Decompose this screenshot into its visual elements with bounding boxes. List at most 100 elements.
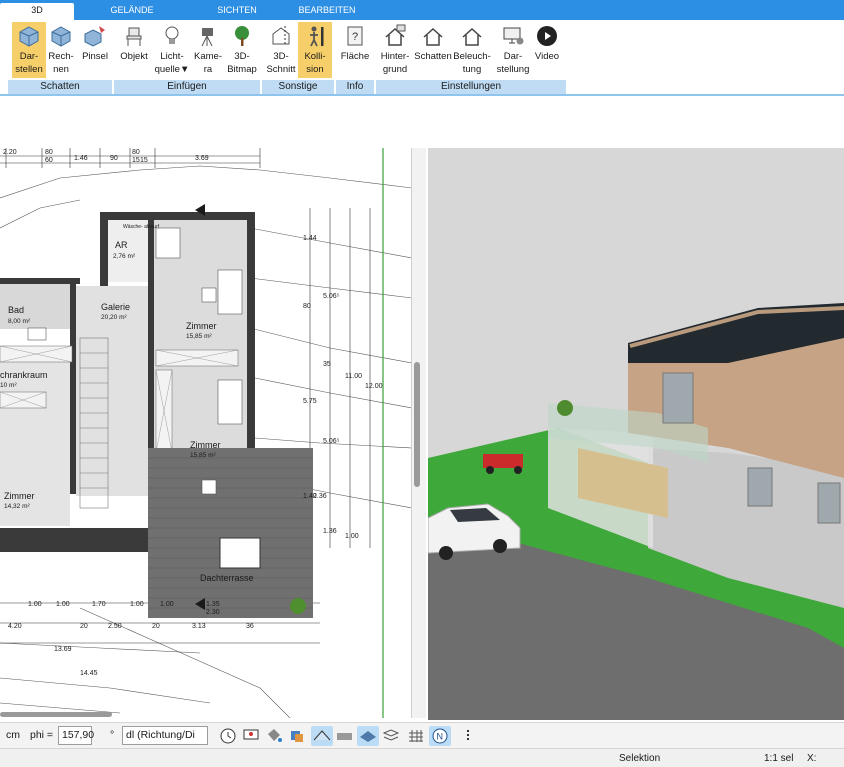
tab-sichten[interactable]: SICHTEN <box>200 3 274 20</box>
roof-icon[interactable] <box>311 726 333 746</box>
svg-text:?: ? <box>352 31 358 43</box>
dim-top-sub-0: 60 <box>45 157 53 164</box>
dim-right-2: 35 <box>323 361 331 368</box>
dim-top-1: 80 <box>45 149 53 156</box>
object-button-label: Objekt <box>120 51 148 62</box>
tab-3d[interactable]: 3D <box>0 3 74 20</box>
floor-plan-horizontal-scroll-thumb[interactable] <box>0 712 112 717</box>
brush-button[interactable]: Pinsel <box>79 22 111 78</box>
compute-button-label-2: nen <box>53 64 69 75</box>
presentation-icon[interactable] <box>240 726 262 746</box>
house-light-icon <box>462 27 482 46</box>
compute-button-label-1: Rech- <box>48 51 74 62</box>
dim-right-4: 11.00 <box>345 373 362 380</box>
room-zimmer-2-name: Zimmer <box>190 440 221 450</box>
clock-icon[interactable] <box>217 726 239 746</box>
collision-button[interactable]: Kolli- sion <box>298 22 332 78</box>
camera-label-2: ra <box>203 64 213 75</box>
status-scale: 1:1 sel <box>764 753 794 764</box>
dim-top-0: 2.20 <box>3 149 17 156</box>
plane-icon[interactable] <box>357 726 379 746</box>
collision-person-icon <box>310 26 324 47</box>
display-button-label-2: stellen <box>15 64 43 75</box>
group-einfuegen: Einfügen <box>114 80 260 94</box>
north-icon[interactable]: N <box>429 726 451 746</box>
status-x-coordinate: X: <box>807 753 817 764</box>
direction-select[interactable]: dl (Richtung/Di <box>122 726 208 745</box>
floor-plan-drawing[interactable]: AR 2,76 m² Bad 8,00 m² Galerie 20,20 m² … <box>0 148 412 718</box>
dim-bottom-11: 36 <box>246 623 254 630</box>
monitor-settings-icon <box>503 27 524 45</box>
bitmap-3d-label-2: Bitmap <box>227 64 257 75</box>
group-sonstige: Sonstige <box>262 80 334 94</box>
video-button[interactable]: Video <box>532 22 562 78</box>
3d-view[interactable] <box>428 148 844 720</box>
shadow-button[interactable]: Schatten <box>413 22 453 78</box>
layers-icon[interactable] <box>286 726 308 746</box>
dim-bottom-10: 3.13 <box>192 623 206 630</box>
section-3d-button[interactable]: 3D- Schnitt <box>264 22 298 78</box>
floor-plan-scroll-thumb[interactable] <box>414 362 420 487</box>
floor-plan-view[interactable]: AR 2,76 m² Bad 8,00 m² Galerie 20,20 m² … <box>0 148 412 718</box>
house-background-icon <box>385 24 406 46</box>
collision-label-1: Kolli- <box>304 51 326 62</box>
dim-right-11: 1.00 <box>345 533 359 540</box>
group-info: Info <box>336 80 374 94</box>
light-bulb-icon <box>165 26 179 44</box>
dim-bottom-7: 20 <box>80 623 88 630</box>
bitmap-3d-label-1: 3D- <box>234 51 250 62</box>
stack-icon[interactable] <box>380 726 402 746</box>
area-button[interactable]: ? Fläche <box>338 22 372 78</box>
background-label-1: Hinter- <box>380 51 410 62</box>
bitmap-3d-button[interactable]: 3D- Bitmap <box>225 22 259 78</box>
light-source-button[interactable]: Licht- quelle▼ <box>154 22 190 78</box>
paint-bucket-icon[interactable] <box>263 726 285 746</box>
appearance-label-1: Dar- <box>503 51 523 62</box>
cube-display-icon <box>19 26 39 47</box>
compute-button[interactable]: Rech- nen <box>46 22 76 78</box>
dim-bottom-4: 1.00 <box>160 601 174 608</box>
dim-bottom-5: 1.35 <box>206 601 220 608</box>
room-zimmer-3-area: 14,32 m² <box>4 503 30 510</box>
dim-right-5: 12.00 <box>365 383 383 390</box>
object-button[interactable]: Objekt <box>117 22 151 78</box>
collision-label-2: sion <box>306 64 324 75</box>
lighting-button[interactable]: Beleuch- tung <box>453 22 491 78</box>
dim-right-7: 5.06⁵ <box>323 438 340 445</box>
pin-icon[interactable] <box>457 726 479 746</box>
section-3d-label-1: 3D- <box>273 51 289 62</box>
dim-top-5: 3.69 <box>195 155 209 162</box>
phi-label: phi = <box>30 729 54 741</box>
tab-gelaende[interactable]: GELÄNDE <box>92 3 172 20</box>
room-galerie-area: 20,20 m² <box>101 314 127 321</box>
room-zimmer-3-name: Zimmer <box>4 491 35 501</box>
light-source-label-2: quelle▼ <box>154 64 190 75</box>
room-ankleide-area: 10 m² <box>0 382 17 389</box>
dim-right-10: 1.36 <box>323 528 337 535</box>
brick-icon[interactable] <box>334 726 356 746</box>
group-schatten: Schatten <box>8 80 112 94</box>
dim-top-3: 90 <box>110 155 118 162</box>
room-zimmer-1-area: 15,85 m² <box>186 333 212 340</box>
dim-right-1: 80 <box>303 303 311 310</box>
wash-chute-label: Wäsche- abwurf <box>123 224 160 230</box>
background-button[interactable]: Hinter- grund <box>376 22 414 78</box>
appearance-button[interactable]: Dar- stellung <box>494 22 532 78</box>
brush-button-label: Pinsel <box>82 51 108 62</box>
camera-button[interactable]: Kame- ra <box>192 22 224 78</box>
video-play-icon <box>537 26 557 46</box>
dim-top-2: 1.46 <box>74 155 88 162</box>
display-button[interactable]: Dar- stellen <box>12 22 46 78</box>
light-source-label-1: Licht- <box>160 51 184 62</box>
tab-bearbeiten[interactable]: BEARBEITEN <box>290 3 364 20</box>
dim-bottom-14: 2.30 <box>206 609 220 616</box>
degree-label: ° <box>110 729 115 741</box>
phi-input[interactable]: 157,90 <box>58 726 94 745</box>
display-button-label-1: Dar- <box>19 51 39 62</box>
ribbon: Dar- stellen Rech- nen Pinsel Objekt Lic… <box>0 20 844 96</box>
grid-icon[interactable] <box>405 726 427 746</box>
3d-scene[interactable] <box>428 148 844 720</box>
lighting-label-1: Beleuch- <box>453 51 491 62</box>
room-zimmer-1-name: Zimmer <box>186 321 217 331</box>
dim-right-3: 5.06⁵ <box>323 293 340 300</box>
